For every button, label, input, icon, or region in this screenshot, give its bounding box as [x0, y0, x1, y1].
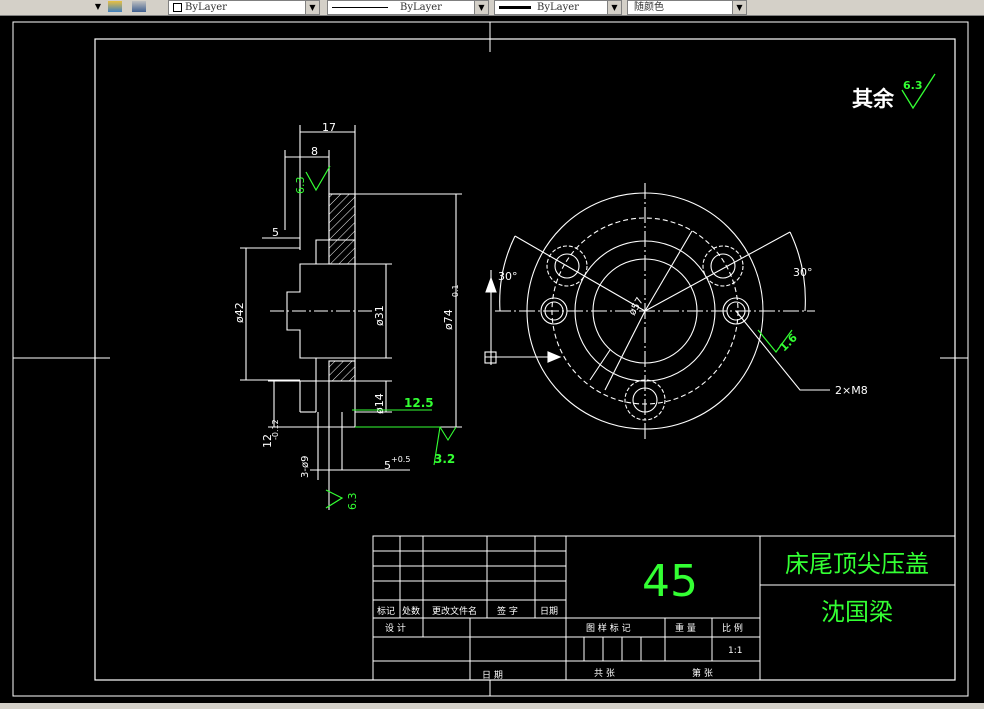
date-label: 日 期	[482, 670, 503, 681]
linetype-value: ByLayer	[400, 2, 442, 13]
dim-phi14: ø14	[373, 393, 386, 414]
drawing-canvas[interactable]: 其余 6.3 17 8 5 6.3 ø42 ø31 ø74 -0.1 ø14 1…	[0, 16, 984, 703]
layer-icon[interactable]: ▼	[92, 0, 104, 13]
header-date: 日期	[540, 606, 558, 617]
header-signature: 签 字	[497, 605, 518, 617]
designer-name: 沈国梁	[821, 598, 893, 626]
dim-8: 8	[311, 145, 318, 158]
chevron-down-icon[interactable]: ▼	[607, 1, 621, 14]
layer-stack-icon[interactable]	[108, 1, 122, 12]
header-count: 处数	[402, 605, 420, 617]
color-dropdown[interactable]: ByLayer ▼	[168, 0, 320, 15]
roughness-symbol-bottom	[325, 489, 344, 509]
header-change-file: 更改文件名	[432, 605, 477, 617]
note-roughness: 6.3	[903, 79, 923, 92]
lineweight-preview-icon	[499, 6, 531, 9]
roughness-3-2: 3.2	[434, 452, 455, 466]
section-view	[240, 125, 462, 510]
header-mark: 标记	[377, 605, 395, 617]
properties-toolbar: ▼ ByLayer ▼ ByLayer ▼ ByLayer ▼ 随颜色 ▼	[0, 0, 984, 16]
material-value: 45	[642, 556, 698, 607]
scale-value: 1:1	[728, 646, 742, 656]
chevron-down-icon[interactable]: ▼	[732, 1, 746, 14]
roughness-3-2-symbol	[355, 426, 457, 442]
color-swatch-icon	[173, 3, 182, 12]
roughness-6-3-top: 6.3	[294, 177, 307, 195]
color-value: ByLayer	[185, 2, 227, 13]
roughness-symbol-top	[305, 165, 331, 192]
roughness-6-3-bottom: 6.3	[346, 493, 359, 511]
dim-3-phi9: 3-ø9	[300, 456, 311, 478]
note-label: 其余	[852, 87, 895, 111]
dim-phi42: ø42	[233, 302, 246, 323]
scale-label: 比 例	[722, 622, 743, 634]
roughness-1-6: 1.6	[777, 331, 800, 354]
front-view	[484, 183, 830, 440]
angle-30-right: 30°	[793, 266, 813, 279]
part-name: 床尾顶尖压盖	[785, 550, 929, 578]
stage-mark-label: 图 样 标 记	[586, 622, 631, 634]
dim-5-bottom: 5	[384, 459, 391, 472]
dim-phi74: ø74	[442, 309, 455, 330]
roughness-12-5: 12.5	[404, 396, 434, 410]
layer-stack-icon-2[interactable]	[132, 1, 146, 12]
chevron-down-icon[interactable]: ▼	[305, 1, 319, 14]
inner-frame	[94, 38, 956, 681]
dim-phi74-tolerance: -0.1	[451, 284, 460, 300]
linetype-dropdown[interactable]: ByLayer ▼	[327, 0, 489, 15]
linetype-preview-icon	[332, 7, 388, 8]
sheet-number-label: 第 张	[692, 667, 713, 679]
plotstyle-value: 随颜色	[634, 2, 664, 13]
lineweight-dropdown[interactable]: ByLayer ▼	[494, 0, 622, 15]
dim-12-tolerance: -0.12	[271, 419, 280, 440]
status-strip	[0, 703, 984, 709]
dim-17: 17	[322, 121, 336, 134]
thread-callout: 2×M8	[835, 384, 868, 397]
design-label: 设 计	[385, 622, 406, 634]
total-sheets-label: 共 张	[594, 668, 615, 679]
chevron-down-icon[interactable]: ▼	[474, 1, 488, 14]
angle-30-left: 30°	[498, 270, 518, 283]
weight-label: 重 量	[675, 622, 696, 634]
dim-phi31: ø31	[373, 305, 386, 326]
dim-5: 5	[272, 226, 279, 239]
lineweight-value: ByLayer	[537, 2, 579, 13]
plotstyle-dropdown[interactable]: 随颜色 ▼	[627, 0, 747, 15]
dim-5-tolerance: +0.5	[391, 455, 410, 464]
